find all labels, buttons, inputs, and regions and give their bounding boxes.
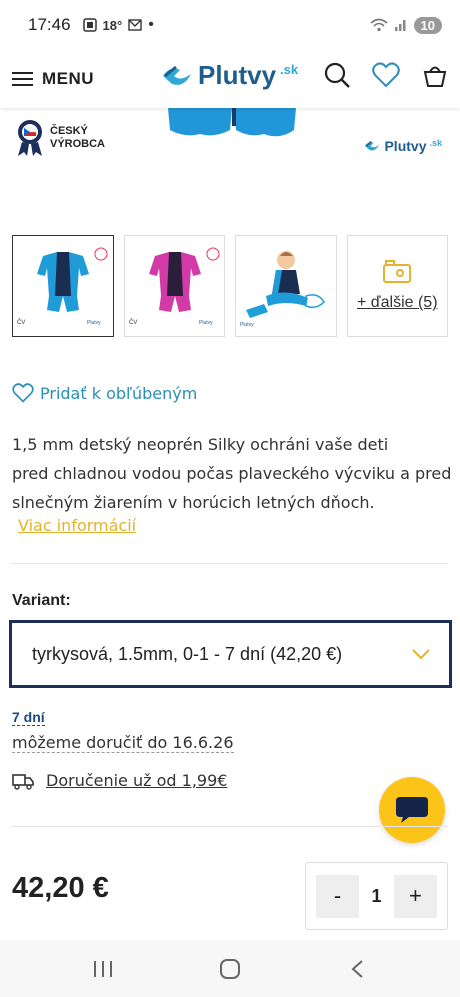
description-line: slnečným žiarením v horúcich letných dňo… — [12, 493, 375, 512]
chevron-down-icon — [412, 649, 430, 660]
camera-icon — [383, 260, 412, 283]
blue-wetsuit-image: ČV Plutvy — [17, 247, 108, 326]
more-images-link: + ďalšie (5) — [356, 294, 438, 311]
rosette-icon — [18, 120, 42, 156]
badge-line2: VÝROBCA — [50, 138, 106, 150]
add-to-favorites-link[interactable]: Pridať k obľúbeným — [12, 383, 197, 403]
menu-button[interactable]: MENU — [12, 69, 94, 89]
thumbnail-more[interactable]: + ďalšie (5) — [346, 235, 448, 337]
heart-icon[interactable] — [372, 62, 400, 88]
hamburger-icon — [12, 72, 33, 86]
czech-producer-badge: ČESKÝ VÝROBCA — [14, 118, 105, 158]
svg-text:ČV: ČV — [129, 319, 137, 326]
quantity-increase-button[interactable]: + — [393, 874, 437, 918]
basket-icon[interactable] — [422, 62, 448, 88]
back-button[interactable] — [332, 949, 382, 989]
status-time: 17:46 — [28, 15, 71, 34]
shipping-info-link[interactable]: Doručenie už od 1,99€ — [12, 771, 227, 790]
recent-apps-icon — [94, 960, 113, 977]
logo-mark-icon — [365, 140, 380, 151]
heart-outline-icon — [12, 383, 34, 403]
mail-icon — [128, 19, 142, 31]
stock-days-label[interactable]: 7 dní — [12, 709, 45, 726]
battery-indicator: 10 — [413, 16, 442, 34]
divider — [12, 826, 448, 827]
thumbnail-gallery: ČV Plutvy ČV Plutvy Plutvy + ďalšie (5) — [12, 235, 448, 338]
favorites-label: Pridať k obľúbeným — [40, 383, 198, 403]
thumbnail-child-photo[interactable]: Plutvy — [235, 235, 337, 337]
screenshot-icon — [82, 18, 97, 32]
chat-button[interactable] — [379, 777, 445, 843]
divider — [12, 563, 448, 564]
back-icon — [351, 959, 363, 978]
search-icon[interactable] — [324, 62, 350, 88]
signal-icon — [394, 20, 406, 31]
thumbnail-pink-wetsuit[interactable]: ČV Plutvy — [123, 235, 225, 337]
recent-apps-button[interactable] — [78, 949, 128, 989]
wifi-icon — [370, 18, 388, 32]
logo-tld: .sk — [280, 62, 299, 77]
status-bar: 17:46 18° • 10 — [0, 0, 460, 50]
home-button[interactable] — [205, 949, 255, 989]
svg-text:ČV: ČV — [17, 319, 25, 326]
pink-wetsuit-image: ČV Plutvy — [129, 247, 219, 326]
temperature-label: 18° — [102, 17, 123, 33]
menu-label: MENU — [42, 69, 95, 88]
delivery-date-label: môžeme doručiť do 16.6.26 — [12, 733, 234, 753]
site-logo[interactable]: Plutvy .sk — [160, 60, 298, 91]
hero-watermark-logo: Plutvy .sk — [363, 138, 442, 154]
quantity-stepper: - 1 + — [305, 862, 448, 930]
system-nav-bar — [0, 940, 460, 997]
badge-line1: ČESKÝ — [50, 125, 88, 137]
svg-text:Plutvy: Plutvy — [87, 320, 101, 326]
truck-icon — [12, 773, 34, 790]
product-description: 1,5 mm detský neoprén Silky ochráni vaše… — [12, 430, 452, 517]
watermark-text: Plutvy — [384, 138, 427, 154]
quantity-value[interactable]: 1 — [371, 886, 381, 907]
variant-label: Variant: — [12, 592, 71, 609]
quantity-decrease-button[interactable]: - — [316, 874, 359, 918]
variant-selected-value: tyrkysová, 1.5mm, 0-1 - 7 dní (42,20 €) — [32, 643, 343, 664]
description-line: 1,5 mm detský neoprén Silky ochráni vaše… — [12, 435, 389, 454]
thumbnail-blue-wetsuit[interactable]: ČV Plutvy — [12, 235, 114, 337]
dot-icon: • — [148, 16, 154, 33]
logo-mark-icon — [163, 65, 191, 85]
more-info-link[interactable]: Viac informácií — [18, 516, 136, 535]
product-price: 42,20 € — [12, 872, 109, 904]
product-main-image[interactable]: ČESKÝ VÝROBCA Plutvy .sk — [0, 108, 460, 228]
watermark-tld: .sk — [429, 138, 442, 148]
variant-select[interactable]: tyrkysová, 1.5mm, 0-1 - 7 dní (42,20 €) — [9, 620, 452, 688]
child-wearing-wetsuit-image: Plutvy — [240, 251, 325, 328]
description-line: pred chladnou vodou počas plaveckého výc… — [12, 464, 452, 483]
svg-text:Plutvy: Plutvy — [199, 320, 213, 326]
logo-text: Plutvy — [198, 60, 277, 90]
home-icon — [219, 958, 240, 979]
chat-bubble-icon — [396, 797, 428, 823]
shipping-label: Doručenie už od 1,99€ — [46, 771, 228, 790]
site-header: MENU Plutvy .sk — [0, 50, 460, 108]
svg-text:Plutvy: Plutvy — [240, 322, 254, 328]
